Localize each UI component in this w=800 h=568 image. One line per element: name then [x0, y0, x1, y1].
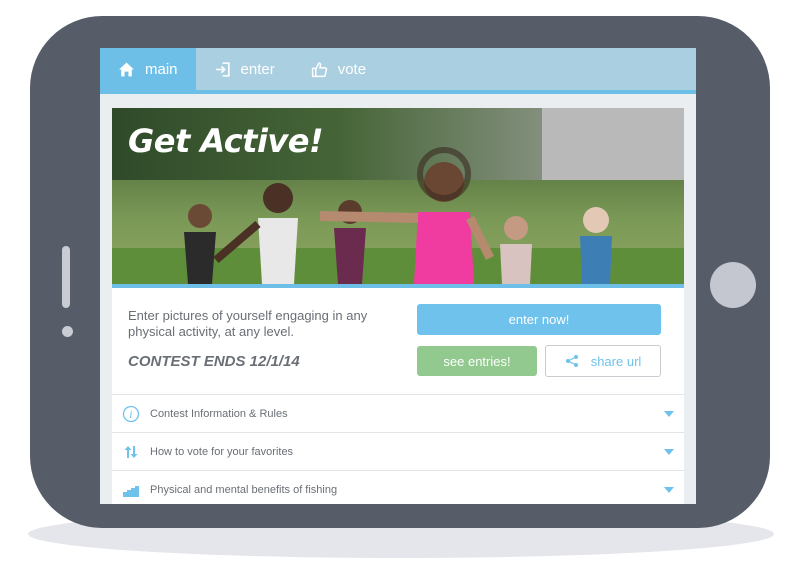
- chevron-down-icon: [664, 448, 674, 455]
- tab-enter[interactable]: enter: [196, 48, 293, 90]
- tab-vote-label: vote: [337, 60, 367, 78]
- accordion-label-vote-how: How to vote for your favorites: [150, 445, 294, 458]
- see-entries-button[interactable]: see entries!: [417, 346, 537, 376]
- contest-end-date: CONTEST ENDS 12/1/14: [128, 353, 300, 370]
- tab-main-label: main: [145, 60, 178, 78]
- contest-card: Get Active! Enter pictures of yourself e…: [112, 108, 684, 504]
- enter-now-button[interactable]: enter now!: [417, 304, 661, 335]
- tab-enter-label: enter: [240, 60, 275, 78]
- camera-dot: [62, 326, 73, 337]
- tab-main[interactable]: main: [100, 48, 196, 90]
- home-button[interactable]: [710, 262, 756, 308]
- accordion-item-vote-how[interactable]: How to vote for your favorites: [112, 432, 684, 470]
- accordion-item-benefits[interactable]: Physical and mental benefits of fishing: [112, 470, 684, 504]
- home-icon: [119, 62, 134, 76]
- stairs-icon: [123, 485, 139, 497]
- sign-in-icon: [215, 61, 230, 77]
- app-screen: main enter vote Get Active! Enter pictur…: [100, 48, 696, 504]
- hero-accent-stripe: [112, 284, 684, 288]
- sort-arrows-icon: [124, 445, 138, 458]
- accordion-item-rules[interactable]: i Contest Information & Rules: [112, 394, 684, 432]
- camera-slot: [62, 246, 70, 308]
- see-entries-label: see entries!: [443, 353, 511, 369]
- chevron-down-icon: [664, 410, 674, 417]
- svg-text:i: i: [129, 410, 132, 421]
- enter-now-label: enter now!: [508, 312, 570, 327]
- accordion-label-benefits: Physical and mental benefits of fishing: [150, 483, 338, 496]
- thumbs-up-icon: [311, 61, 327, 77]
- contest-description: Enter pictures of yourself engaging in a…: [128, 308, 368, 339]
- top-nav: main enter vote: [100, 48, 696, 94]
- info-icon: i: [122, 405, 140, 422]
- share-icon: [565, 355, 578, 367]
- hero-title: Get Active!: [128, 122, 324, 160]
- share-url-label: share url: [590, 353, 642, 369]
- accordion-label-rules: Contest Information & Rules: [150, 407, 288, 420]
- tab-vote[interactable]: vote: [293, 48, 384, 90]
- share-url-button[interactable]: share url: [545, 345, 661, 377]
- hero-banner: Get Active!: [112, 108, 684, 284]
- chevron-down-icon: [664, 486, 674, 493]
